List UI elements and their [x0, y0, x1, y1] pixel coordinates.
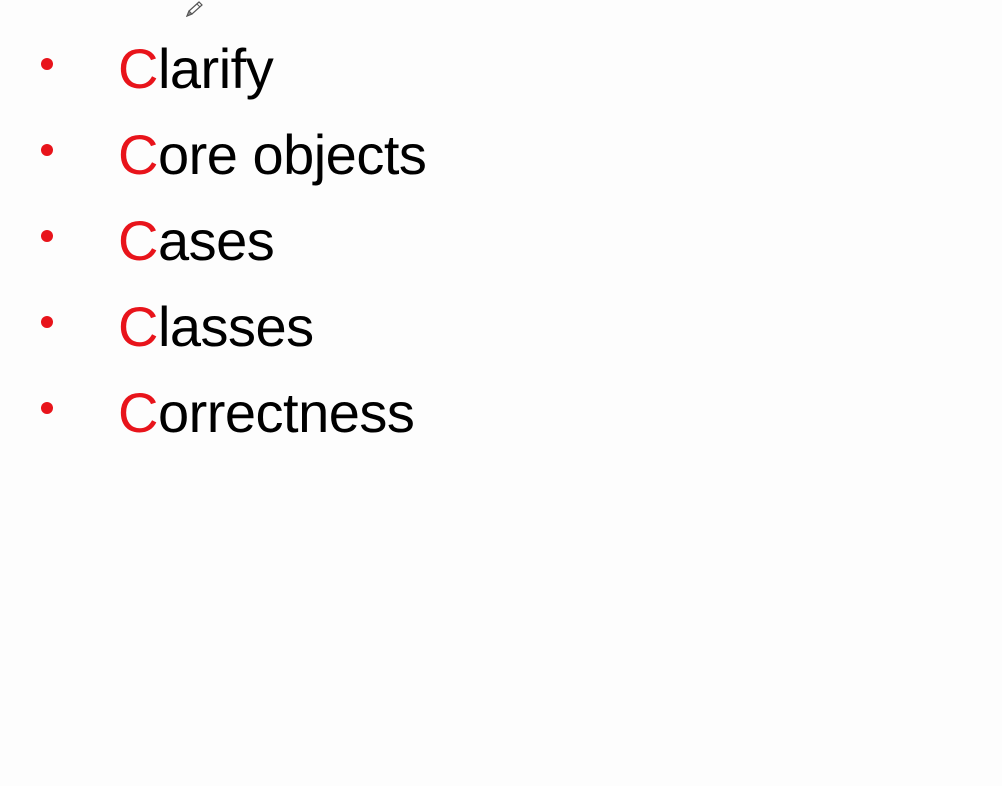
bullet-initial: C: [118, 381, 158, 444]
bullet-remainder: ore objects: [157, 123, 427, 186]
bullet-text: Classes: [118, 294, 314, 360]
bullet-remainder: larify: [157, 37, 274, 100]
bullet-text: Core objects: [118, 122, 427, 188]
bullet-dot: [41, 230, 53, 242]
bullet-text: Correctness: [118, 380, 415, 446]
bullet-dot: [41, 402, 53, 414]
bullet-dot: [41, 316, 53, 328]
bullet-initial: C: [118, 123, 158, 186]
bullet-initial: C: [118, 37, 158, 100]
bullet-text: Clarify: [118, 36, 274, 102]
bullet-initial: C: [118, 209, 158, 272]
list-item: Cases: [0, 202, 600, 288]
bullet-remainder: ases: [157, 209, 275, 272]
bullet-initial: C: [118, 295, 158, 358]
list-item: Correctness: [0, 374, 600, 460]
slide: Clarify Core objects Cases Classes Corre…: [0, 0, 1002, 786]
bullet-dot: [41, 144, 53, 156]
bullet-text: Cases: [118, 208, 275, 274]
list-item: Core objects: [0, 116, 600, 202]
bullet-list: Clarify Core objects Cases Classes Corre…: [0, 30, 600, 460]
bullet-remainder: orrectness: [157, 381, 415, 444]
list-item: Clarify: [0, 30, 600, 116]
list-item: Classes: [0, 288, 600, 374]
bullet-remainder: lasses: [157, 295, 314, 358]
bullet-dot: [41, 58, 53, 70]
pen-cursor-icon: [185, 1, 203, 18]
